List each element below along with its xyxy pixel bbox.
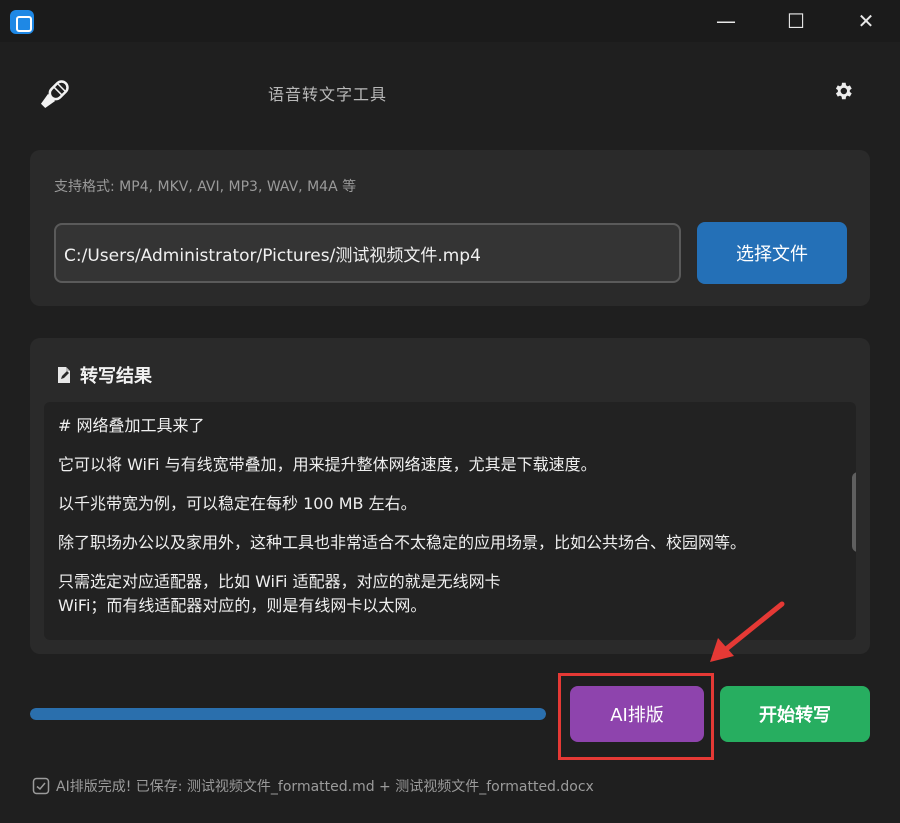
- result-paragraph: 它可以将 WiFi 与有线宽带叠加，用来提升整体网络速度，尤其是下载速度。: [58, 455, 597, 474]
- progress-bar: [30, 708, 546, 720]
- result-paragraph: 以千兆带宽为例，可以稳定在每秒 100 MB 左右。: [58, 494, 417, 513]
- progress-fill: [30, 708, 546, 720]
- annotation-arrow-icon: [710, 601, 785, 662]
- file-path-input[interactable]: [54, 223, 681, 283]
- checkbox-checked-icon: [32, 777, 50, 795]
- app-header: [0, 42, 900, 142]
- maximize-button[interactable]: ☐: [766, 0, 826, 42]
- choose-file-button[interactable]: 选择文件: [697, 222, 847, 284]
- edit-document-icon: [58, 367, 70, 383]
- microphone-icon: [40, 80, 69, 109]
- result-title: 转写结果: [80, 366, 152, 387]
- scrollbar-thumb[interactable]: [852, 472, 856, 552]
- result-paragraph: # 网络叠加工具来了: [58, 416, 205, 435]
- status-bar: AI排版完成! 已保存: 测试视频文件_formatted.md + 测试视频文…: [32, 776, 594, 796]
- result-paragraph: 除了职场办公以及家用外，这种工具也非常适合不太稳定的应用场景，比如公共场合、校园…: [58, 533, 747, 552]
- highlight-box: [558, 673, 714, 760]
- app-title: 语音转文字工具: [268, 85, 388, 104]
- close-button[interactable]: ✕: [836, 0, 896, 42]
- title-bar: — ☐ ✕: [0, 0, 900, 42]
- file-select-panel: 支持格式: MP4, MKV, AVI, MP3, WAV, M4A 等 选择文…: [30, 150, 870, 306]
- app-icon: [10, 10, 34, 34]
- result-header: 转写结果: [54, 362, 152, 388]
- status-text: AI排版完成! 已保存: 测试视频文件_formatted.md + 测试视频文…: [56, 779, 594, 795]
- minimize-button[interactable]: —: [696, 0, 756, 42]
- supported-formats-label: 支持格式: MP4, MKV, AVI, MP3, WAV, M4A 等: [54, 179, 357, 195]
- gear-icon[interactable]: [832, 80, 854, 102]
- start-transcribe-button[interactable]: 开始转写: [720, 686, 870, 742]
